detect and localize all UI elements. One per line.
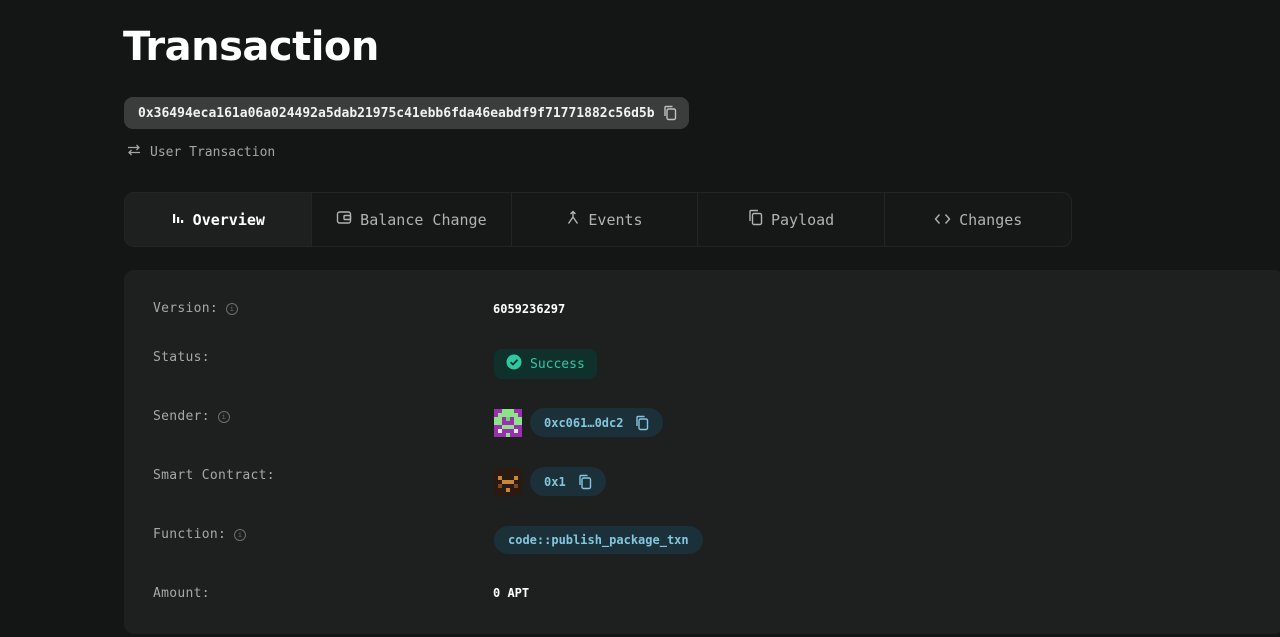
sender-address[interactable]: 0xc061…0dc2 xyxy=(530,408,664,437)
page-title: Transaction xyxy=(123,24,379,70)
transaction-hash: 0x36494eca161a06a024492a5dab21975c41ebb6… xyxy=(124,97,689,129)
smart-contract-label: Smart Contract: xyxy=(153,468,275,483)
code-brackets-icon xyxy=(934,211,951,229)
tab-bar: Overview Balance Change Events Payload C… xyxy=(124,192,1072,247)
status-text: Success xyxy=(530,356,585,372)
sender-label-text: Sender: xyxy=(153,409,210,424)
copy-icon[interactable] xyxy=(578,474,592,490)
amount-label: Amount: xyxy=(153,586,210,601)
tab-label: Payload xyxy=(770,210,835,229)
amount-value: 0 APT xyxy=(493,586,530,600)
function-name[interactable]: code::publish_package_txn xyxy=(494,526,703,554)
contract-avatar xyxy=(494,468,522,496)
contract-address-text[interactable]: 0x1 xyxy=(544,475,566,489)
wallet-icon xyxy=(336,210,352,229)
check-circle-icon xyxy=(506,354,522,374)
version-value: 6059236297 xyxy=(493,302,566,316)
copy-icon[interactable] xyxy=(663,105,677,121)
transaction-type-label: User Transaction xyxy=(150,144,276,160)
tab-balance-change[interactable]: Balance Change xyxy=(312,193,513,246)
merge-icon xyxy=(566,210,580,229)
tab-overview[interactable]: Overview xyxy=(125,193,312,246)
tab-label: Overview xyxy=(192,210,265,229)
sender-label: Sender: i xyxy=(153,409,230,424)
version-label: Version: i xyxy=(153,301,239,316)
transaction-type: User Transaction xyxy=(126,144,275,160)
tab-events[interactable]: Events xyxy=(512,193,698,246)
tab-label: Events xyxy=(588,210,643,229)
copy-pages-icon xyxy=(748,209,763,230)
version-label-text: Version: xyxy=(153,301,219,316)
status-badge: Success xyxy=(494,349,597,379)
swap-arrows-icon xyxy=(126,144,142,160)
overview-panel: Version: i 6059236297 Status: Success Se… xyxy=(124,270,1280,634)
tab-label: Changes xyxy=(959,210,1023,229)
contract-address[interactable]: 0x1 xyxy=(530,467,606,496)
transaction-hash-value: 0x36494eca161a06a024492a5dab21975c41ebb6… xyxy=(138,105,655,121)
info-icon[interactable]: i xyxy=(217,410,230,423)
sender-avatar xyxy=(494,409,522,437)
tab-label: Balance Change xyxy=(360,210,487,229)
function-label-text: Function: xyxy=(153,527,227,542)
function-label: Function: i xyxy=(153,527,247,542)
copy-icon[interactable] xyxy=(635,415,649,431)
status-label: Status: xyxy=(153,350,210,365)
info-icon[interactable]: i xyxy=(226,302,239,315)
info-icon[interactable]: i xyxy=(234,528,247,541)
bar-chart-icon xyxy=(171,211,185,229)
tab-changes[interactable]: Changes xyxy=(885,193,1071,246)
sender-address-text[interactable]: 0xc061…0dc2 xyxy=(544,416,623,430)
tab-payload[interactable]: Payload xyxy=(698,193,886,246)
